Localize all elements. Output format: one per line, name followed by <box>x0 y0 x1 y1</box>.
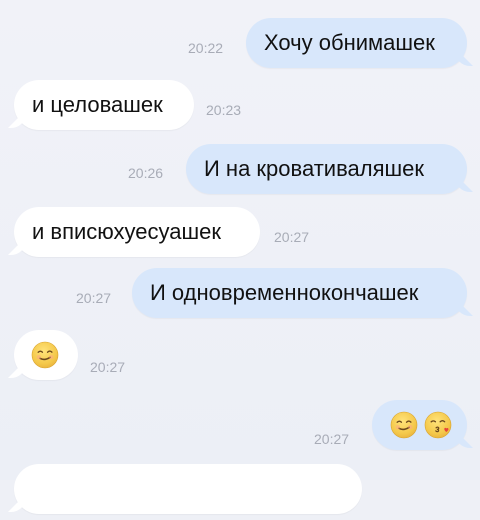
kiss-face-icon <box>424 411 452 439</box>
smirk-face-icon <box>390 411 418 439</box>
message-text: и вписюхуесуашек <box>32 219 222 244</box>
incoming-message-bubble[interactable] <box>14 464 362 514</box>
message-time: 20:22 <box>188 40 224 56</box>
message-row: 20:22 Хочу обнимашек <box>0 18 480 74</box>
message-time: 20:27 <box>90 359 126 375</box>
message-row: и вписюхуесуашек 20:27 <box>0 207 480 263</box>
incoming-message-bubble[interactable] <box>14 330 78 380</box>
message-row: 20:27 <box>0 400 480 456</box>
outgoing-message-bubble[interactable]: Хочу обнимашек <box>246 18 467 68</box>
emoji-group <box>390 411 452 439</box>
message-time: 20:27 <box>76 290 112 306</box>
message-time: 20:27 <box>314 431 350 447</box>
partial-message-row <box>0 464 480 520</box>
message-text: И на кровативаляшек <box>204 156 425 181</box>
incoming-message-bubble[interactable]: и вписюхуесуашек <box>14 207 260 257</box>
smirk-face-icon <box>31 341 59 369</box>
message-time: 20:27 <box>274 229 310 245</box>
message-row: 20:27 <box>0 330 480 386</box>
incoming-message-bubble[interactable]: и целовашек <box>14 80 194 130</box>
message-time: 20:23 <box>206 102 242 118</box>
message-row: 20:27 И одновременнокончашек <box>0 268 480 324</box>
chat-thread: 20:22 Хочу обнимашек и целовашек 20:23 2… <box>0 0 480 514</box>
message-time: 20:26 <box>128 165 164 181</box>
message-text: и целовашек <box>32 92 163 117</box>
message-text: Хочу обнимашек <box>264 30 435 55</box>
outgoing-message-bubble[interactable]: И на кровативаляшек <box>186 144 467 194</box>
message-text: И одновременнокончашек <box>150 280 419 305</box>
outgoing-message-bubble[interactable]: И одновременнокончашек <box>132 268 467 318</box>
message-row: 20:26 И на кровативаляшек <box>0 144 480 200</box>
message-row: и целовашек 20:23 <box>0 80 480 136</box>
outgoing-message-bubble[interactable] <box>372 400 467 450</box>
